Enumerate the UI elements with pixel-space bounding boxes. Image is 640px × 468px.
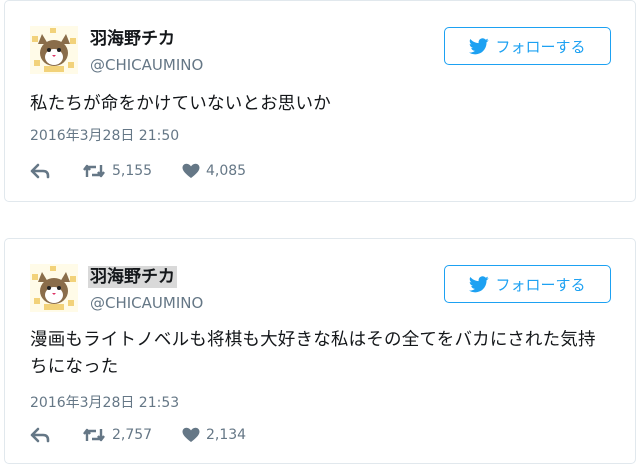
cat-avatar-icon[interactable] bbox=[30, 264, 78, 312]
heart-icon bbox=[182, 163, 206, 179]
retweet-icon bbox=[82, 163, 112, 179]
tweet-actions: 5,155 4,085 bbox=[30, 163, 282, 179]
tweet-timestamp[interactable]: 2016年3月28日 21:53 bbox=[30, 393, 179, 413]
retweet-icon bbox=[82, 427, 112, 443]
display-name[interactable]: 羽海野チカ bbox=[88, 266, 177, 288]
reply-icon bbox=[30, 427, 56, 443]
tweet-text: 私たちが命をかけていないとお思いか bbox=[30, 94, 331, 114]
display-name[interactable]: 羽海野チカ bbox=[88, 28, 177, 50]
twitter-bird-icon bbox=[469, 275, 490, 293]
like-button[interactable]: 2,134 bbox=[182, 427, 282, 443]
follow-button[interactable]: フォローする bbox=[444, 265, 611, 303]
retweet-count: 2,757 bbox=[112, 427, 153, 443]
twitter-bird-icon bbox=[469, 37, 490, 55]
like-count: 4,085 bbox=[206, 163, 247, 179]
tweet-actions: 2,757 2,134 bbox=[30, 427, 282, 443]
follow-label: フォローする bbox=[495, 275, 586, 294]
tweet-card: 羽海野チカ @CHICAUMINO フォローする 私たちが命をかけていないとお思… bbox=[4, 0, 636, 202]
retweet-count: 5,155 bbox=[112, 163, 153, 179]
reply-button[interactable] bbox=[30, 163, 82, 179]
retweet-button[interactable]: 5,155 bbox=[82, 163, 182, 179]
tweet-card: 羽海野チカ @CHICAUMINO フォローする 漫画もライトノベルも将棋も大好… bbox=[4, 238, 636, 464]
reply-button[interactable] bbox=[30, 427, 82, 443]
follow-label: フォローする bbox=[495, 37, 586, 56]
cat-avatar-icon[interactable] bbox=[30, 26, 78, 74]
tweet-timestamp[interactable]: 2016年3月28日 21:50 bbox=[30, 126, 179, 146]
screen-name[interactable]: @CHICAUMINO bbox=[90, 55, 203, 75]
tweet-text: 漫画もライトノベルも将棋も大好きな私はその全てをバカにされた気持ちになった bbox=[30, 330, 596, 377]
retweet-button[interactable]: 2,757 bbox=[82, 427, 182, 443]
screen-name[interactable]: @CHICAUMINO bbox=[90, 293, 203, 313]
reply-icon bbox=[30, 163, 56, 179]
like-button[interactable]: 4,085 bbox=[182, 163, 282, 179]
heart-icon bbox=[182, 427, 206, 443]
follow-button[interactable]: フォローする bbox=[444, 27, 611, 65]
like-count: 2,134 bbox=[206, 427, 247, 443]
